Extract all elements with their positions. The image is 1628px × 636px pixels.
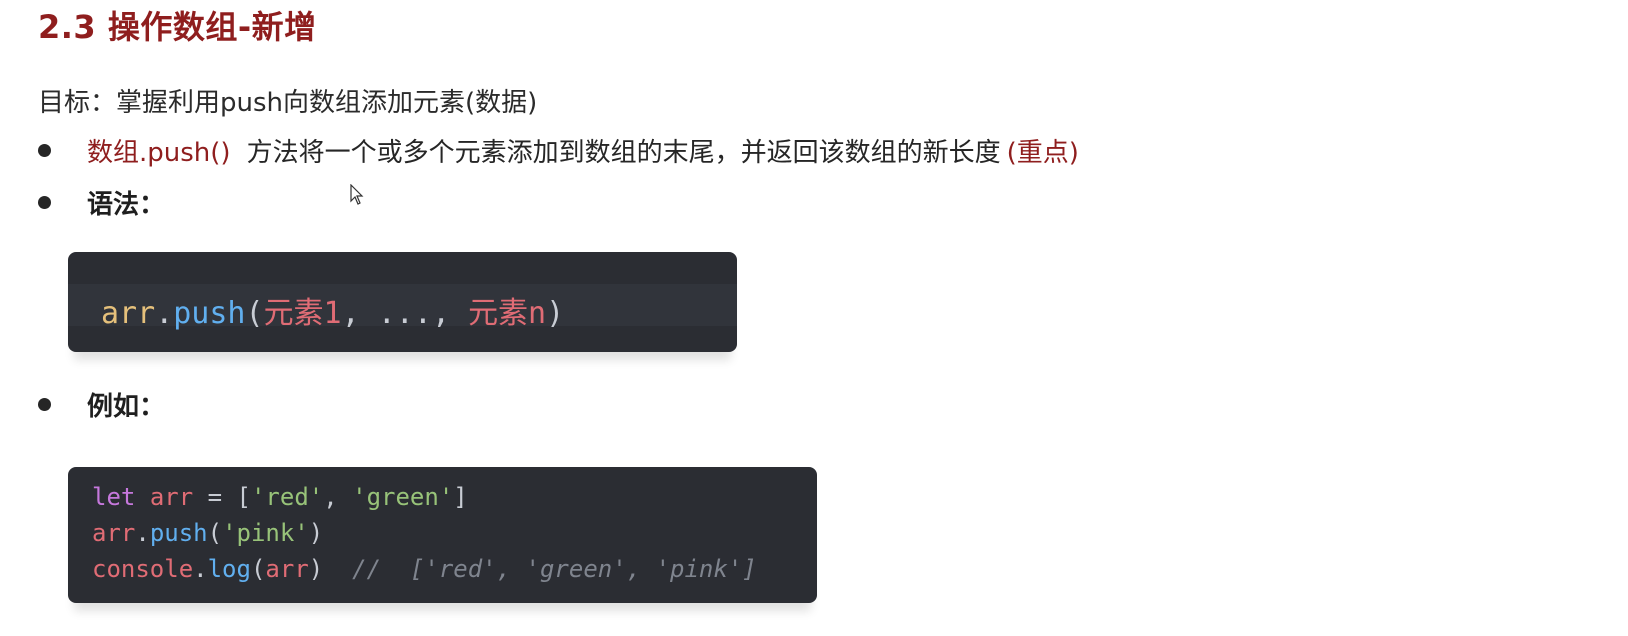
syntax-code-block: arr.push(元素1, ..., 元素n) [68,252,737,352]
code-bracket: ] [453,483,468,511]
page-title: 2.3 操作数组-新增 [38,8,317,46]
code-line-3: console.log(arr) // ['red', 'green', 'pi… [92,551,757,587]
code-separator: , [341,296,378,331]
bullet-syntax: 语法： [38,184,165,221]
bullet-push-method: 数组.push() 方法将一个或多个元素添加到数组的末尾，并返回该数组的新长度 … [38,132,1079,169]
mouse-pointer-icon [350,184,364,205]
goal-text: 目标：掌握利用push向数组添加元素(数据) [38,88,538,118]
method-name: 数组.push() [87,138,231,168]
bullet-dot-icon [38,196,51,209]
code-arg-first: 元素1 [263,296,342,331]
code-identifier: arr [265,555,309,583]
example-label: 例如： [87,392,166,422]
code-dot: . [135,519,150,547]
code-dot: . [155,296,174,331]
code-string: 'green' [352,483,454,511]
code-paren-close: ) [308,555,324,583]
code-method: log [207,555,251,583]
example-code-block: let arr = ['red', 'green'] arr.push('pink… [68,467,817,603]
code-object: arr [101,296,156,331]
code-line-2: arr.push('pink') [92,515,757,551]
key-point-tag: (重点) [1006,138,1079,168]
bullet-dot-icon [38,398,51,411]
code-identifier: arr [149,483,194,511]
bullet-example: 例如： [38,386,165,423]
code-method: push [173,296,246,331]
code-comma: , [323,483,353,511]
code-arg-last: 元素n [468,296,547,331]
method-description: 方法将一个或多个元素添加到数组的末尾，并返回该数组的新长度 [246,138,1001,168]
code-ellipsis: ... [377,296,432,331]
code-paren-close: ) [546,296,565,331]
code-paren-open: ( [245,296,264,331]
code-method: push [149,519,208,547]
code-dot: . [193,555,208,583]
code-paren-close: ) [308,519,324,547]
code-paren-open: ( [250,555,266,583]
bullet-dot-icon [38,144,51,157]
code-identifier: console [92,555,194,583]
code-comment: // ['red', 'green', 'pink'] [352,555,757,583]
code-string: 'red' [250,483,324,511]
syntax-code-line: arr.push(元素1, ..., 元素n) [101,288,564,332]
code-assign: = [ [193,483,251,511]
code-string: 'pink' [222,519,309,547]
code-line-1: let arr = ['red', 'green'] [92,479,757,515]
example-code-lines: let arr = ['red', 'green'] arr.push('pink… [92,479,757,587]
code-separator: , [431,296,469,331]
syntax-label: 语法： [87,190,166,220]
code-paren-open: ( [207,519,223,547]
code-keyword: let [92,483,136,511]
code-identifier: arr [92,519,136,547]
